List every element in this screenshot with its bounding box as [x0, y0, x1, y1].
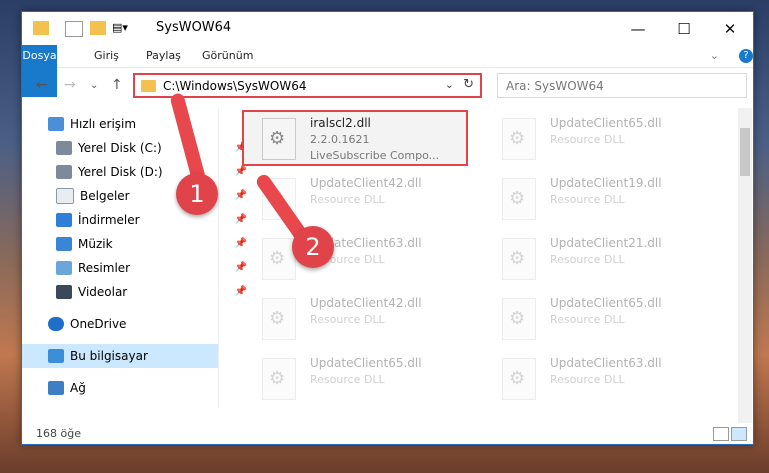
file-description: Resource DLL [550, 193, 625, 206]
dll-file-icon [502, 178, 536, 220]
refresh-icon[interactable]: ↻ [463, 77, 474, 92]
close-button[interactable]: ✕ [707, 12, 753, 45]
window-title: SysWOW64 [156, 20, 232, 35]
sidebar-item-label: Resimler [78, 261, 131, 275]
sidebar-item-label: İndirmeler [78, 213, 140, 227]
back-arrow-icon[interactable]: ← [36, 77, 48, 93]
sidebar-item-label: Yerel Disk (D:) [78, 165, 163, 179]
video-icon [56, 285, 72, 299]
dll-file-icon [262, 358, 296, 400]
explorer-window: ▤▾ SysWOW64 — ☐ ✕ Dosya Giriş Paylaş Gör… [21, 11, 754, 445]
file-description: Resource DLL [550, 133, 625, 146]
tab-home[interactable]: Giriş [82, 45, 131, 67]
file-name: UpdateClient65.dll [310, 356, 422, 370]
file-item[interactable]: UpdateClient21.dll Resource DLL [484, 232, 706, 284]
computer-icon [48, 349, 64, 363]
sidebar-item-this-pc[interactable]: Bu bilgisayar [22, 344, 218, 368]
customize-toolbar-icon[interactable]: ▤▾ [112, 21, 138, 35]
file-name: UpdateClient42.dll [310, 296, 422, 310]
forward-arrow-icon[interactable]: → [64, 77, 76, 93]
sidebar-item-label: Ağ [70, 381, 86, 395]
details-view-icon[interactable] [713, 427, 729, 441]
music-icon [56, 237, 72, 251]
help-icon[interactable]: ? [739, 49, 753, 63]
dll-file-icon [502, 238, 536, 280]
download-icon [56, 213, 72, 227]
sidebar-item-label: Videolar [78, 285, 128, 299]
sidebar-item-label: Bu bilgisayar [70, 349, 148, 363]
sidebar-item-label: Belgeler [80, 189, 130, 203]
file-item[interactable]: UpdateClient63.dll Resource DLL [244, 232, 466, 284]
tab-share[interactable]: Paylaş [134, 45, 193, 67]
file-description: LiveSubscribe Compo... [310, 149, 440, 162]
expand-ribbon-icon[interactable]: ⌄ [698, 45, 731, 67]
file-item[interactable]: UpdateClient19.dll Resource DLL [484, 172, 706, 224]
sidebar-item-network[interactable]: Ağ [22, 376, 244, 400]
file-name: iralscl2.dll [310, 116, 371, 130]
file-description: Resource DLL [550, 313, 625, 326]
cloud-icon [48, 317, 64, 331]
sidebar-item-label: Müzik [78, 237, 113, 251]
sidebar-item-label: Yerel Disk (C:) [78, 141, 162, 155]
sidebar-item-quick-access[interactable]: Hızlı erişim [22, 112, 244, 136]
document-icon [56, 188, 74, 204]
sidebar-item-onedrive[interactable]: OneDrive [22, 312, 244, 336]
vertical-scrollbar[interactable] [738, 108, 752, 423]
minimize-button[interactable]: — [615, 12, 661, 45]
scrollbar-thumb[interactable] [740, 128, 750, 176]
star-icon [48, 117, 64, 131]
search-placeholder: Ara: SysWOW64 [506, 79, 604, 93]
search-input[interactable]: Ara: SysWOW64 [497, 73, 747, 98]
file-item[interactable]: UpdateClient65.dll Resource DLL [484, 112, 706, 164]
address-dropdown-icon[interactable]: ⌄ [445, 78, 454, 91]
recent-locations-icon[interactable]: ⌄ [90, 80, 98, 91]
drive-icon [56, 165, 72, 179]
address-bar[interactable]: C:\Windows\SysWOW64 ⌄ ↻ [133, 73, 482, 98]
folder-icon [33, 21, 49, 35]
new-folder-icon[interactable] [90, 21, 106, 35]
pictures-icon [56, 261, 72, 275]
large-icons-view-icon[interactable] [731, 427, 747, 441]
dll-file-icon [502, 358, 536, 400]
file-name: UpdateClient65.dll [550, 116, 662, 130]
sidebar-item-label: OneDrive [70, 317, 127, 331]
file-item[interactable]: UpdateClient63.dll Resource DLL [484, 352, 706, 404]
dll-file-icon [262, 238, 296, 280]
file-item-highlighted[interactable]: iralscl2.dll 2.2.0.1621 LiveSubscribe Co… [242, 110, 468, 166]
file-description: Resource DLL [550, 373, 625, 386]
network-icon [48, 381, 64, 395]
address-path: C:\Windows\SysWOW64 [163, 79, 307, 93]
dll-file-icon [502, 118, 536, 160]
file-description: Resource DLL [550, 253, 625, 266]
file-name: UpdateClient19.dll [550, 176, 662, 190]
up-arrow-icon[interactable]: ↑ [111, 77, 123, 93]
pane-divider [218, 108, 219, 408]
file-name: UpdateClient21.dll [550, 236, 662, 250]
folder-icon [141, 80, 156, 92]
annotation-badge-1: 1 [176, 173, 218, 215]
file-description: Resource DLL [310, 193, 385, 206]
tab-view[interactable]: Görünüm [190, 45, 265, 67]
file-item[interactable]: UpdateClient65.dll Resource DLL [244, 352, 466, 404]
annotation-badge-2: 2 [292, 226, 334, 268]
navigation-bar: ← → ⌄ ↑ C:\Windows\SysWOW64 ⌄ ↻ Ara: Sys… [22, 70, 753, 102]
file-version: 2.2.0.1621 [310, 133, 370, 146]
ribbon-tabs: Dosya Giriş Paylaş Görünüm ⌄ ? [22, 45, 753, 97]
sidebar-item-label: Hızlı erişim [70, 117, 137, 131]
file-item[interactable]: UpdateClient42.dll Resource DLL [244, 292, 466, 344]
dll-file-icon [502, 298, 536, 340]
file-name: UpdateClient65.dll [550, 296, 662, 310]
file-name: UpdateClient42.dll [310, 176, 422, 190]
dll-file-icon [262, 118, 296, 160]
file-description: Resource DLL [310, 313, 385, 326]
file-description: Resource DLL [310, 373, 385, 386]
properties-icon[interactable] [65, 21, 83, 37]
maximize-button[interactable]: ☐ [661, 12, 707, 45]
drive-icon [56, 141, 72, 155]
file-name: UpdateClient63.dll [550, 356, 662, 370]
title-bar: ▤▾ SysWOW64 — ☐ ✕ [22, 12, 753, 45]
dll-file-icon [262, 298, 296, 340]
item-count: 168 öğe [36, 427, 81, 440]
file-item[interactable]: UpdateClient65.dll Resource DLL [484, 292, 706, 344]
